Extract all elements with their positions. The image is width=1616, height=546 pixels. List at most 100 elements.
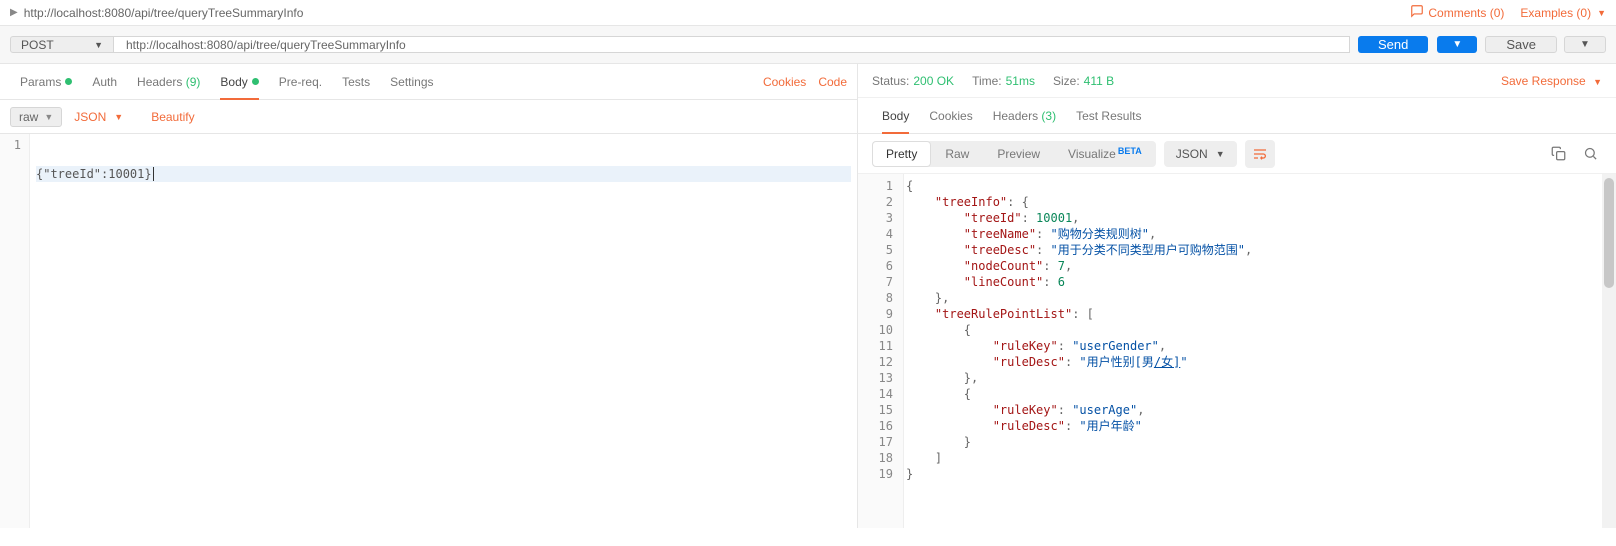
response-line: "lineCount": 6 [906,274,1614,290]
request-body-editor[interactable]: 1 {"treeId":10001} [0,134,857,528]
time-label: Time: [972,74,1002,88]
line-number: 15 [858,402,893,418]
tab-settings[interactable]: Settings [380,64,443,99]
caret-down-icon: ▼ [1593,77,1602,87]
code-link[interactable]: Code [818,75,847,89]
body-format-select[interactable]: JSON ▼ [74,110,123,124]
line-number: 11 [858,338,893,354]
status-label: Status: [872,74,909,88]
status-dot-icon [65,78,72,85]
line-number: 10 [858,322,893,338]
line-number: 6 [858,258,893,274]
line-number: 1 [0,138,21,152]
url-input[interactable]: http://localhost:8080/api/tree/queryTree… [114,36,1350,53]
search-icon[interactable] [1578,142,1602,166]
response-line: "ruleKey": "userAge", [906,402,1614,418]
body-type-select[interactable]: raw ▼ [10,107,62,127]
line-wrap-button[interactable] [1245,140,1275,168]
resp-tab-headers[interactable]: Headers (3) [983,98,1066,133]
beautify-button[interactable]: Beautify [151,110,194,124]
response-line: "treeRulePointList": [ [906,306,1614,322]
view-raw[interactable]: Raw [931,141,983,167]
response-line: "treeDesc": "用于分类不同类型用户可购物范围", [906,242,1614,258]
view-pretty[interactable]: Pretty [872,141,931,167]
response-line: } [906,434,1614,450]
response-line: { [906,386,1614,402]
gutter: 1 [0,134,30,528]
response-body-editor[interactable]: 12345678910111213141516171819 { "treeInf… [858,174,1616,528]
tab-auth[interactable]: Auth [82,64,127,99]
line-number: 8 [858,290,893,306]
size-label: Size: [1053,74,1080,88]
line-number: 13 [858,370,893,386]
response-line: }, [906,290,1614,306]
tab-body[interactable]: Body [210,64,268,99]
line-number: 18 [858,450,893,466]
comment-icon [1410,4,1424,21]
beta-badge: BETA [1118,146,1142,156]
status-dot-icon [252,78,259,85]
cursor-icon [153,167,154,181]
response-line: { [906,178,1614,194]
line-number: 9 [858,306,893,322]
tab-prerequest[interactable]: Pre-req. [269,64,332,99]
save-response-button[interactable]: Save Response ▼ [1501,74,1602,88]
response-line: } [906,466,1614,482]
scrollbar[interactable] [1602,174,1616,528]
resp-tab-body[interactable]: Body [872,98,919,133]
method-select[interactable]: POST ▼ [10,36,114,53]
line-number: 17 [858,434,893,450]
request-body-text: {"treeId":10001} [36,167,152,181]
response-line: "nodeCount": 7, [906,258,1614,274]
save-button[interactable]: Save [1485,36,1557,53]
response-line: "treeId": 10001, [906,210,1614,226]
response-line: { [906,322,1614,338]
line-number: 3 [858,210,893,226]
copy-icon[interactable] [1546,142,1570,166]
line-number: 2 [858,194,893,210]
response-view-mode: Pretty Raw Preview VisualizeBETA [872,141,1156,167]
line-number: 1 [858,178,893,194]
send-button[interactable]: Send [1358,36,1428,53]
time-value: 51ms [1006,74,1035,88]
caret-down-icon: ▼ [1216,149,1225,159]
line-number: 19 [858,466,893,482]
response-line: "ruleDesc": "用户性别[男/女]" [906,354,1614,370]
url-value: http://localhost:8080/api/tree/queryTree… [126,38,406,52]
caret-down-icon: ▼ [1597,8,1606,18]
tab-params[interactable]: Params [10,64,82,99]
line-number: 14 [858,386,893,402]
response-line: }, [906,370,1614,386]
response-line: ] [906,450,1614,466]
tab-headers[interactable]: Headers (9) [127,64,210,99]
examples-link[interactable]: Examples (0) ▼ [1520,6,1606,20]
examples-label: Examples (0) [1520,6,1591,20]
comments-label: Comments (0) [1428,6,1504,20]
save-dropdown[interactable]: ▼ [1564,36,1606,53]
response-line: "ruleKey": "userGender", [906,338,1614,354]
tab-tests[interactable]: Tests [332,64,380,99]
response-line: "ruleDesc": "用户年龄" [906,418,1614,434]
line-number: 5 [858,242,893,258]
chevron-right-icon[interactable]: ▶ [10,7,18,18]
caret-down-icon: ▼ [114,112,123,122]
view-visualize[interactable]: VisualizeBETA [1054,141,1156,167]
view-preview[interactable]: Preview [983,141,1054,167]
caret-down-icon: ▼ [44,112,53,122]
line-number: 7 [858,274,893,290]
caret-down-icon: ▼ [94,40,103,50]
save-label: Save [1506,37,1536,52]
cookies-link[interactable]: Cookies [763,75,806,89]
response-line: "treeInfo": { [906,194,1614,210]
comments-link[interactable]: Comments (0) [1410,4,1504,21]
scrollbar-thumb[interactable] [1604,178,1614,288]
resp-tab-cookies[interactable]: Cookies [919,98,982,133]
status-value: 200 OK [913,74,954,88]
send-label: Send [1378,37,1408,52]
resp-tab-tests[interactable]: Test Results [1066,98,1151,133]
send-dropdown[interactable]: ▼ [1437,36,1477,53]
response-format-select[interactable]: JSON ▼ [1164,141,1237,167]
request-name: http://localhost:8080/api/tree/queryTree… [24,6,304,20]
gutter: 12345678910111213141516171819 [858,174,904,528]
method-value: POST [21,38,54,52]
